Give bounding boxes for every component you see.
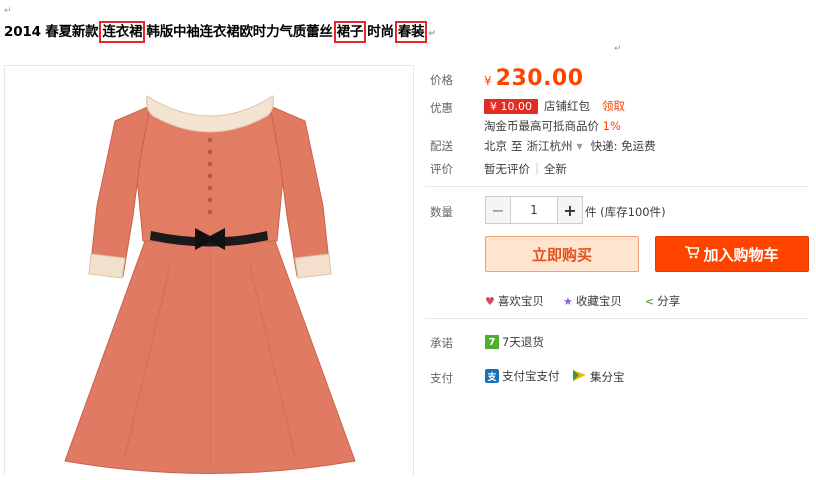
ship-to-word: 至 [511, 139, 523, 153]
currency-symbol: ¥ [484, 74, 492, 88]
star-icon: ★ [563, 294, 573, 308]
favorite-label: 收藏宝贝 [575, 294, 622, 308]
add-to-cart-button[interactable]: 加入购物车 [655, 236, 809, 272]
price-block: ¥ 230.00 [484, 66, 584, 91]
title-highlight: 连衣裙 [99, 21, 146, 43]
cart-icon [685, 245, 701, 263]
taojinbi-row: 淘金币最高可抵商品价 1% [484, 118, 621, 134]
payment-label: 支付 [430, 371, 453, 385]
product-title: 2014 春夏新款 连衣裙 韩版中袖连衣裙欧时力气质蕾丝 裙子 时尚 春装 ↵ [4, 20, 436, 43]
jifenbao-option[interactable]: 集分宝 [572, 368, 625, 386]
paragraph-mark: ↵ [614, 44, 622, 54]
title-text: 时尚 [367, 24, 394, 40]
shipping-row: 北京 至 浙江杭州 ▼ 快递: 免运费 [484, 138, 656, 154]
buy-now-button[interactable]: 立即购买 [485, 236, 639, 272]
alipay-icon: 支 [485, 369, 499, 383]
title-highlight: 裙子 [333, 21, 367, 43]
divider [425, 186, 808, 187]
paragraph-mark: ↵ [428, 29, 436, 39]
stock-info: 件 (库存100件) [585, 205, 666, 219]
shipping-label: 配送 [430, 139, 453, 153]
quantity-increase-button[interactable]: + [558, 197, 582, 223]
quantity-label: 数量 [430, 205, 453, 219]
seven-day-return-icon: 7 [485, 335, 499, 349]
express-info: 快递: 免运费 [590, 139, 656, 153]
chevron-down-icon[interactable]: ▼ [577, 142, 583, 151]
ship-from: 北京 [484, 139, 507, 153]
title-text: 韩版中袖连衣裙欧时力气质蕾丝 [146, 24, 333, 40]
alipay-label: 支付宝支付 [502, 369, 560, 383]
review-label: 评价 [430, 162, 453, 176]
condition-new: 全新 [543, 162, 567, 176]
add-to-cart-label: 加入购物车 [703, 245, 779, 264]
alipay-option[interactable]: 支 支付宝支付 [485, 368, 560, 384]
claim-link[interactable]: 领取 [602, 98, 625, 114]
heart-icon: ♥ [485, 294, 495, 308]
promo-label: 优惠 [430, 101, 453, 115]
coupon-text: 店铺红包 [544, 99, 590, 113]
return-policy[interactable]: 7 7天退货 [485, 334, 544, 350]
like-label: 喜欢宝贝 [497, 294, 544, 308]
price-amount: 230.00 [495, 66, 584, 91]
share-icon: < [645, 294, 655, 308]
taojinbi-percent: 1% [602, 119, 621, 133]
quantity-stepper: − 1 + [485, 196, 583, 224]
paragraph-mark: ↵ [4, 6, 12, 16]
review-row: 暂无评价 | 全新 [484, 161, 567, 177]
like-link[interactable]: ♥ 喜欢宝贝 [485, 293, 544, 309]
quantity-decrease-button[interactable]: − [486, 197, 510, 223]
product-image-frame [4, 65, 414, 476]
share-link[interactable]: < 分享 [645, 293, 680, 309]
quantity-input[interactable]: 1 [510, 197, 558, 223]
share-label: 分享 [657, 294, 681, 308]
coupon-row: ¥ 10.00 店铺红包 领取 [484, 98, 625, 114]
review-none[interactable]: 暂无评价 [484, 161, 530, 177]
review-separator: | [535, 161, 539, 175]
divider [425, 318, 808, 319]
jifenbao-icon [572, 368, 587, 386]
price-label: 价格 [430, 73, 453, 87]
taojinbi-text: 淘金币最高可抵商品价 [484, 119, 599, 133]
promise-label: 承诺 [430, 336, 453, 350]
return-policy-text: 7天退货 [502, 335, 544, 349]
coupon-badge: ¥ 10.00 [484, 98, 538, 114]
favorite-link[interactable]: ★ 收藏宝贝 [563, 293, 622, 309]
jifenbao-label: 集分宝 [590, 370, 625, 384]
ship-destination[interactable]: 浙江杭州 [527, 138, 573, 154]
title-text: 2014 春夏新款 [4, 24, 99, 40]
title-highlight: 春装 [394, 21, 428, 43]
dress-image[interactable] [5, 66, 413, 476]
